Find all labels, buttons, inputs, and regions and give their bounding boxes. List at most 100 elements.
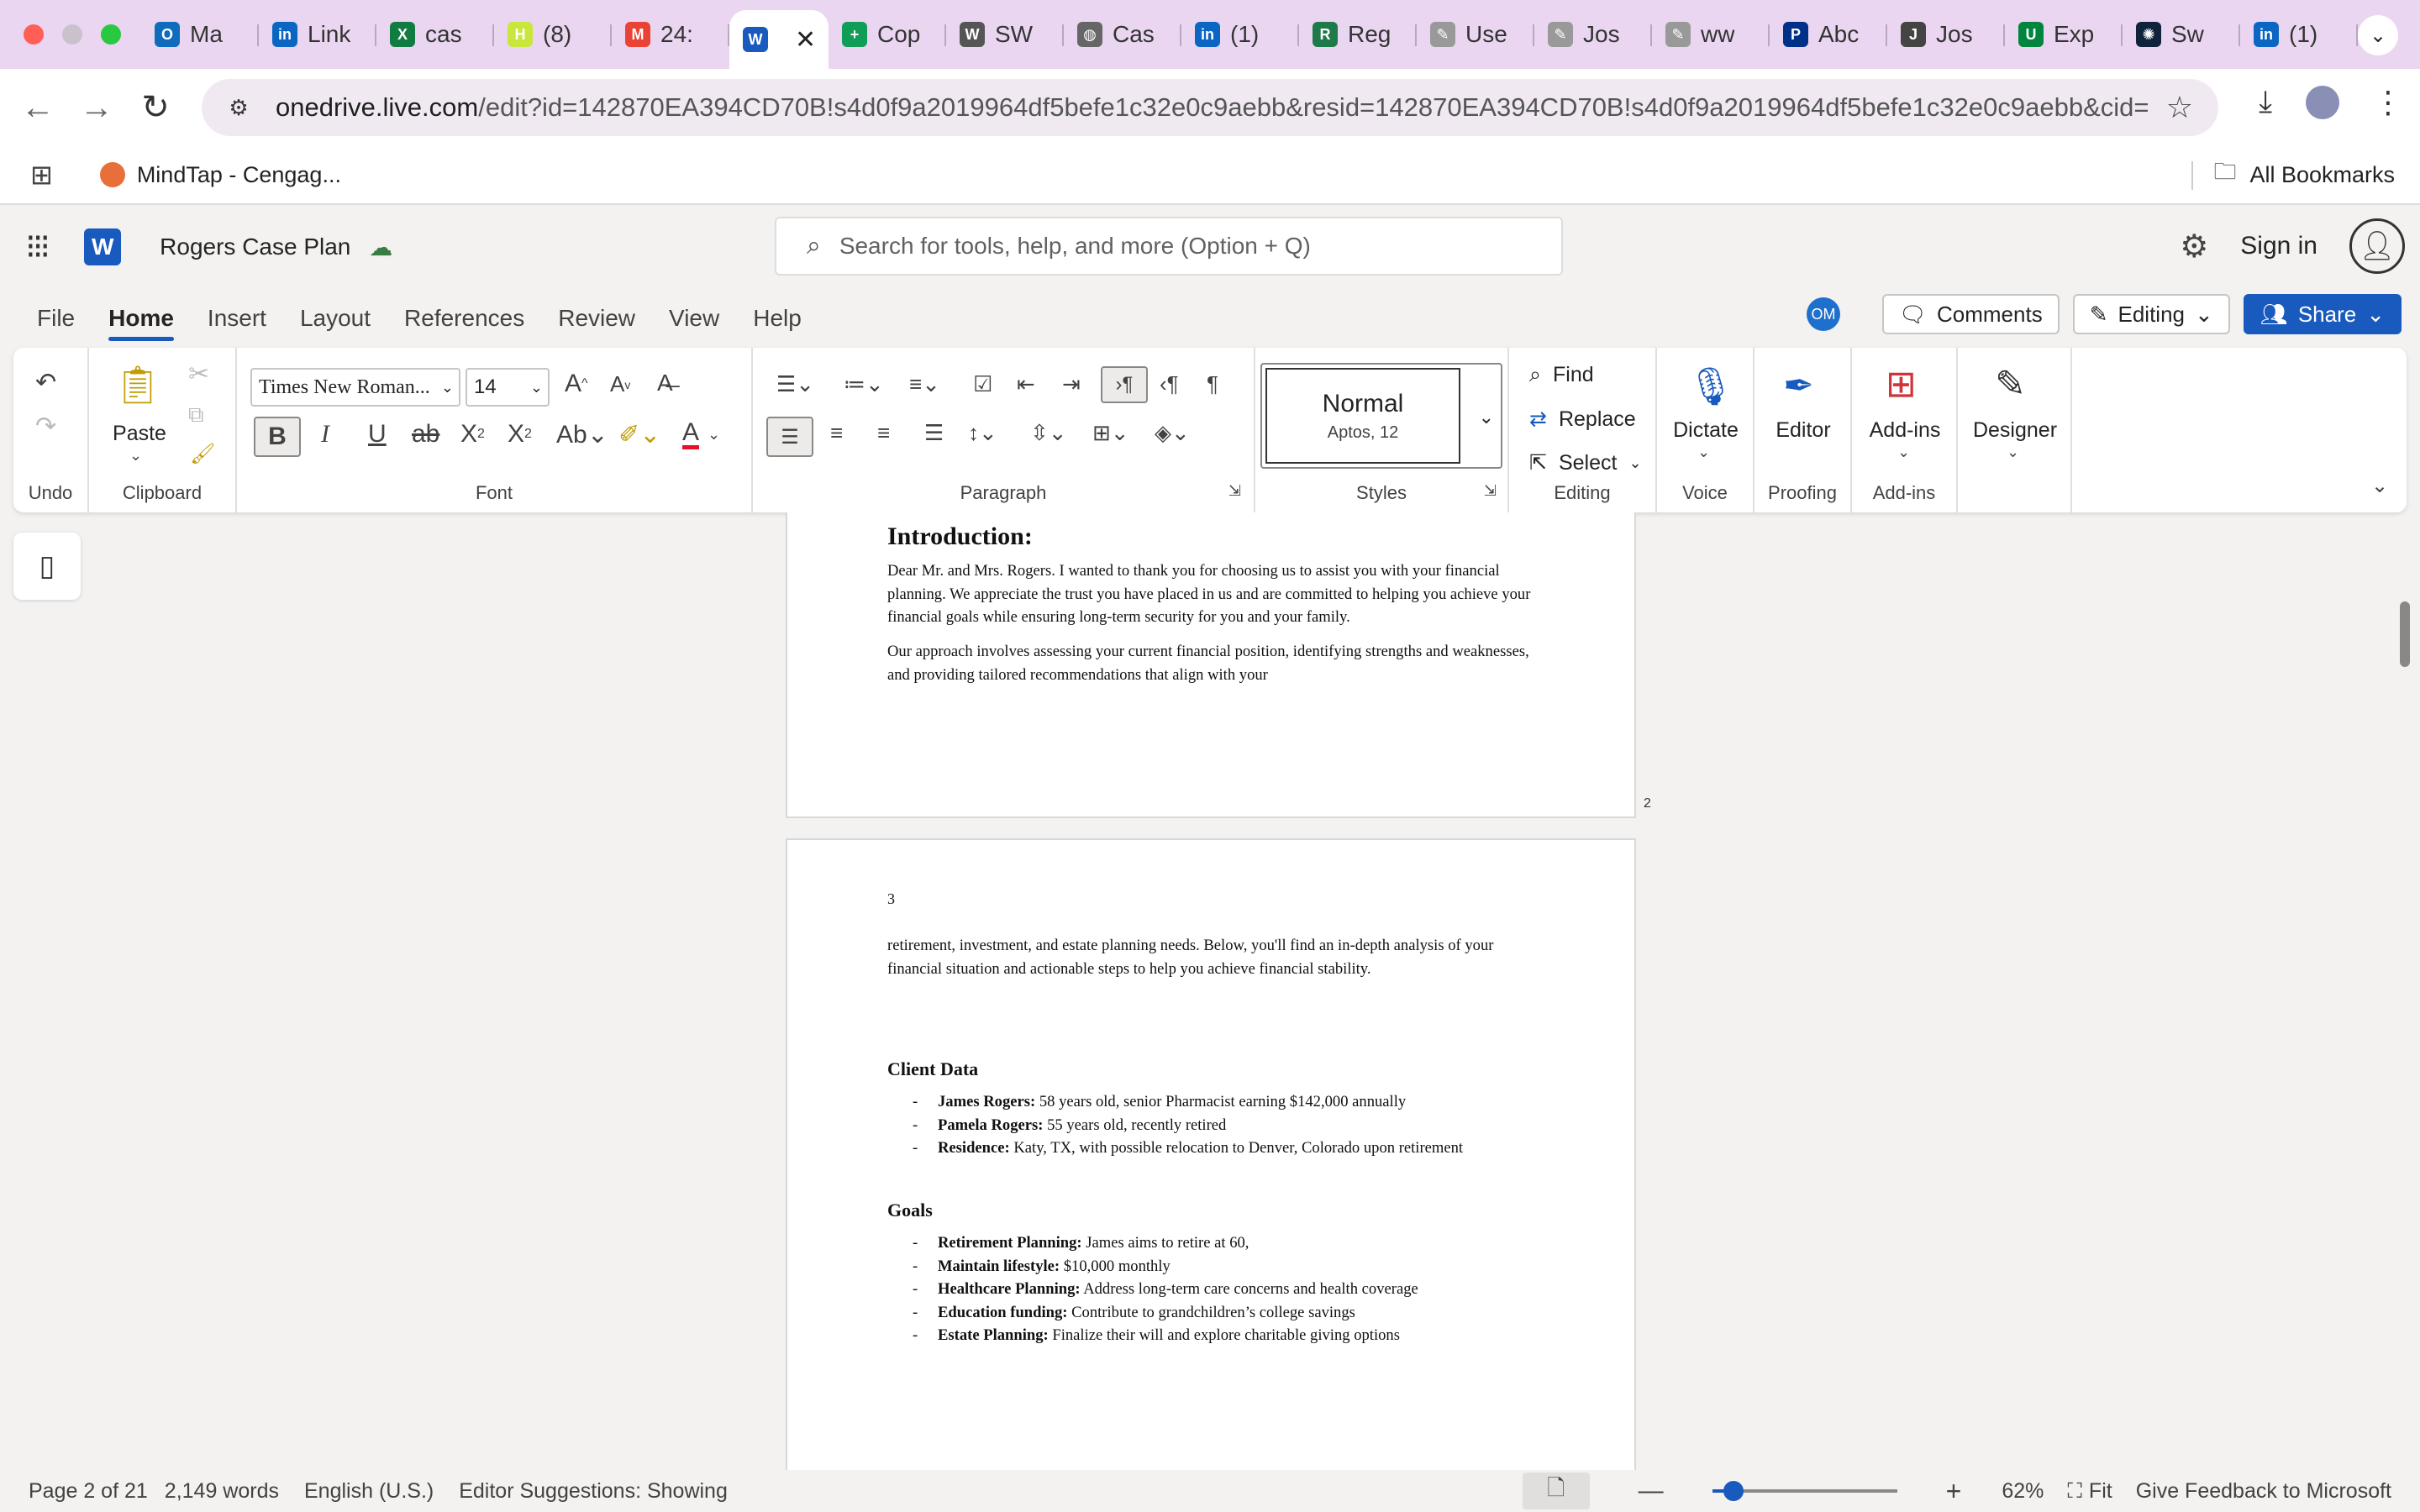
copy-icon[interactable]: ⧉	[188, 402, 204, 428]
highlight-color-button[interactable]: ✐⌄	[618, 420, 660, 449]
address-bar[interactable]: ⚙ onedrive.live.com/edit?id=142870EA394C…	[202, 79, 2218, 136]
browser-tab[interactable]: M 24:	[612, 9, 729, 60]
zoom-slider[interactable]	[1712, 1481, 1897, 1501]
document-title[interactable]: Rogers Case Plan	[160, 234, 350, 260]
list-item[interactable]: Pamela Rogers: 55 years old, recently re…	[887, 1114, 1560, 1137]
vertical-scrollbar-thumb[interactable]	[2400, 601, 2410, 667]
forward-button[interactable]: →	[67, 89, 126, 127]
page-count[interactable]: Page 2 of 21	[29, 1479, 148, 1504]
text-effects-button[interactable]: Ab⌄	[556, 420, 608, 449]
url-text[interactable]: onedrive.live.com/edit?id=142870EA394CD7…	[276, 92, 2149, 123]
close-window-button[interactable]	[24, 24, 44, 45]
browser-tab[interactable]: ✎ Use	[1417, 9, 1534, 60]
paste-icon[interactable]: 📋︎	[114, 363, 161, 407]
font-color-button[interactable]: A ⌄	[682, 420, 720, 449]
list-item[interactable]: Retirement Planning: James aims to retir…	[887, 1231, 1560, 1255]
addins-button[interactable]: Add-ins	[1852, 418, 1958, 443]
browser-tab[interactable]: in (1)	[2240, 9, 2358, 60]
underline-button[interactable]: U	[368, 420, 387, 449]
paragraph-dialog-launcher-icon[interactable]: ⇲	[1228, 482, 1241, 500]
reload-button[interactable]: ↻	[126, 88, 185, 127]
tab-view[interactable]: View	[669, 289, 719, 348]
zoom-slider-thumb[interactable]	[1723, 1481, 1744, 1501]
font-size-dropdown[interactable]: 14 ⌄	[466, 368, 550, 407]
format-painter-icon[interactable]: 🖌︎	[190, 442, 215, 466]
redo-icon[interactable]: ↷	[35, 412, 56, 441]
intro-paragraph-1[interactable]: Dear Mr. and Mrs. Rogers. I wanted to th…	[887, 559, 1543, 629]
list-item[interactable]: Healthcare Planning: Address long-term c…	[887, 1278, 1560, 1301]
zoom-level[interactable]: 62%	[2002, 1479, 2044, 1504]
designer-wand-icon[interactable]: ✎	[1995, 363, 2026, 406]
editor-suggestions-status[interactable]: Editor Suggestions: Showing	[459, 1479, 728, 1504]
browser-tab[interactable]: ✺ Sw	[2123, 9, 2240, 60]
tab-help[interactable]: Help	[753, 289, 802, 348]
shrink-font-icon[interactable]: Av	[610, 371, 630, 397]
account-avatar-icon[interactable]: 👤︎	[2349, 218, 2405, 274]
style-normal[interactable]: Normal Aptos, 12	[1265, 368, 1460, 464]
align-center-icon[interactable]: ≡	[830, 420, 843, 446]
list-item[interactable]: James Rogers: 58 years old, senior Pharm…	[887, 1090, 1560, 1114]
font-name-dropdown[interactable]: Times New Roman... ⌄	[250, 368, 460, 407]
browser-tab[interactable]: ✎ Jos	[1534, 9, 1652, 60]
paragraph-spacing-icon[interactable]: ⇳⌄	[1030, 420, 1067, 446]
tab-layout[interactable]: Layout	[300, 289, 371, 348]
feedback-link[interactable]: Give Feedback to Microsoft	[2136, 1479, 2391, 1504]
tab-file[interactable]: File	[37, 289, 75, 348]
zoom-out-icon[interactable]: —	[1639, 1477, 1664, 1505]
list-item[interactable]: Estate Planning: Finalize their will and…	[887, 1324, 1560, 1347]
browser-tab[interactable]: in Link	[259, 9, 376, 60]
print-layout-icon[interactable]: 🗋	[1522, 1473, 1590, 1509]
styles-dialog-launcher-icon[interactable]: ⇲	[1484, 482, 1497, 500]
chevron-down-icon[interactable]: ⌄	[129, 447, 142, 465]
rtl-paragraph-icon[interactable]: ‹¶	[1160, 371, 1179, 397]
more-menu-icon[interactable]: ⋮	[2373, 85, 2403, 120]
all-bookmarks-button[interactable]: 🗀 All Bookmarks	[2213, 155, 2395, 194]
language-status[interactable]: English (U.S.)	[304, 1479, 434, 1504]
microphone-icon[interactable]: 🎙︎	[1687, 365, 1734, 408]
styles-gallery[interactable]: Normal Aptos, 12 ⌄	[1260, 363, 1502, 469]
browser-tab[interactable]: W SW	[946, 9, 1064, 60]
subscript-button[interactable]: X2	[460, 420, 485, 449]
apps-grid-icon[interactable]: ⊞	[30, 159, 53, 191]
browser-tab[interactable]: O Ma	[141, 9, 259, 60]
chevron-down-icon[interactable]: ⌄	[1479, 407, 1494, 428]
strikethrough-button[interactable]: ab	[412, 420, 439, 449]
editor-button[interactable]: Editor	[1754, 418, 1852, 443]
bold-button[interactable]: B	[254, 417, 301, 457]
checklist-icon[interactable]: ☑	[973, 371, 992, 397]
align-left-icon[interactable]: ☰	[766, 417, 813, 457]
undo-icon[interactable]: ↶	[35, 368, 56, 397]
comments-button[interactable]: 🗨︎ Comments	[1881, 294, 2060, 334]
ltr-paragraph-icon[interactable]: ›¶	[1101, 366, 1148, 403]
sign-in-link[interactable]: Sign in	[2240, 232, 2317, 260]
chevron-down-icon[interactable]: ⌄	[2007, 444, 2019, 461]
minimize-window-button[interactable]	[62, 24, 82, 45]
dictate-button[interactable]: Dictate	[1657, 418, 1754, 443]
browser-tab[interactable]: R Reg	[1299, 9, 1417, 60]
italic-button[interactable]: I	[321, 420, 329, 449]
word-logo[interactable]: W	[84, 228, 122, 265]
find-button[interactable]: ⌕ Find	[1529, 363, 1594, 387]
align-right-icon[interactable]: ≡	[877, 420, 890, 446]
user-initials-avatar[interactable]: OM	[1806, 297, 1840, 331]
paste-label[interactable]: Paste	[106, 422, 173, 446]
zoom-in-icon[interactable]: +	[1946, 1476, 1962, 1507]
word-count[interactable]: 2,149 words	[165, 1479, 279, 1504]
cut-icon[interactable]: ✂	[188, 360, 209, 389]
justify-icon[interactable]: ☰	[924, 420, 944, 446]
close-tab-icon[interactable]: ✕	[795, 25, 816, 55]
bookmark-star-icon[interactable]: ☆	[2166, 90, 2193, 125]
bullets-icon[interactable]: ☰⌄	[776, 371, 814, 397]
browser-tab[interactable]: ✎ ww	[1652, 9, 1770, 60]
addins-grid-icon[interactable]: ⊞	[1886, 363, 1917, 406]
share-button[interactable]: 👥︎ Share ⌄	[2243, 294, 2402, 334]
document-page-3[interactable]: 3 retirement, investment, and estate pla…	[786, 838, 1636, 1470]
intro-paragraph-3[interactable]: retirement, investment, and estate plann…	[887, 934, 1543, 980]
tab-references[interactable]: References	[404, 289, 524, 348]
browser-tab[interactable]: P Abc	[1770, 9, 1887, 60]
browser-tab[interactable]: Xcas	[376, 9, 494, 60]
search-box[interactable]: ⌕ Search for tools, help, and more (Opti…	[775, 217, 1563, 276]
list-item[interactable]: Residence: Katy, TX, with possible reloc…	[887, 1137, 1560, 1160]
tab-search-button[interactable]: ⌄	[2358, 15, 2398, 55]
maximize-window-button[interactable]	[101, 24, 121, 45]
